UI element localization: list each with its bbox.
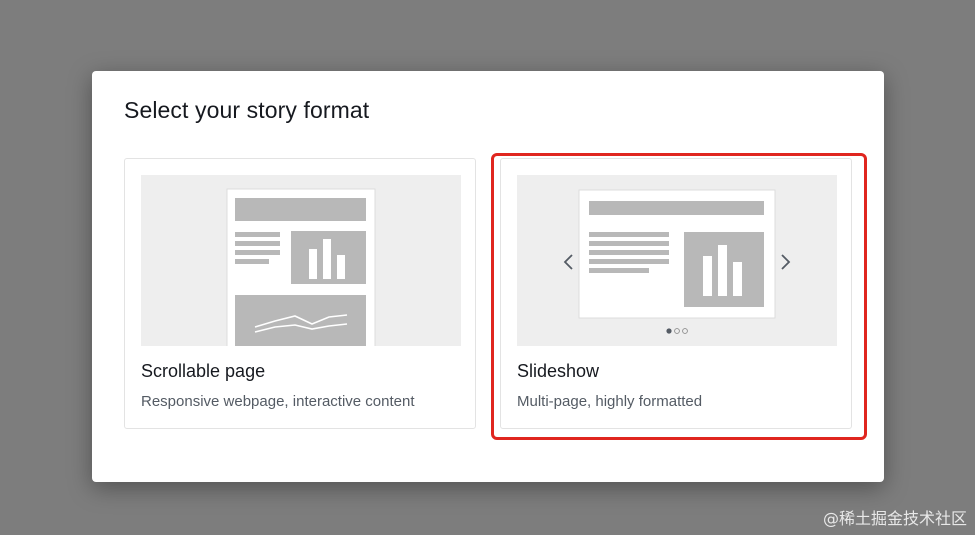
- pagination-dot: [674, 328, 680, 334]
- option-description: Multi-page, highly formatted: [517, 393, 703, 410]
- slide-header-bar: [589, 201, 764, 215]
- header-bar: [235, 198, 366, 221]
- dialog-title: Select your story format: [124, 97, 370, 123]
- option-slideshow[interactable]: Slideshow Multi-page, highly formatted: [500, 158, 852, 429]
- pagination-dot-active: [666, 328, 672, 334]
- pagination-dot: [682, 328, 688, 334]
- line-chart-block: [235, 295, 366, 346]
- scrollable-page-illustration: [226, 188, 376, 346]
- option-scrollable-page[interactable]: Scrollable page Responsive webpage, inte…: [124, 158, 476, 429]
- story-format-dialog: Select your story format Scrollable page…: [92, 71, 884, 482]
- option-title: Slideshow: [517, 361, 600, 381]
- watermark: @稀土掘金技术社区: [822, 509, 967, 528]
- option-title: Scrollable page: [141, 361, 266, 381]
- chevron-right-icon: [781, 254, 791, 270]
- slideshow-illustration: [563, 189, 791, 334]
- scrollable-page-preview: [141, 175, 461, 346]
- slideshow-preview: [517, 175, 837, 346]
- chevron-left-icon: [563, 254, 573, 270]
- option-description: Responsive webpage, interactive content: [141, 393, 415, 410]
